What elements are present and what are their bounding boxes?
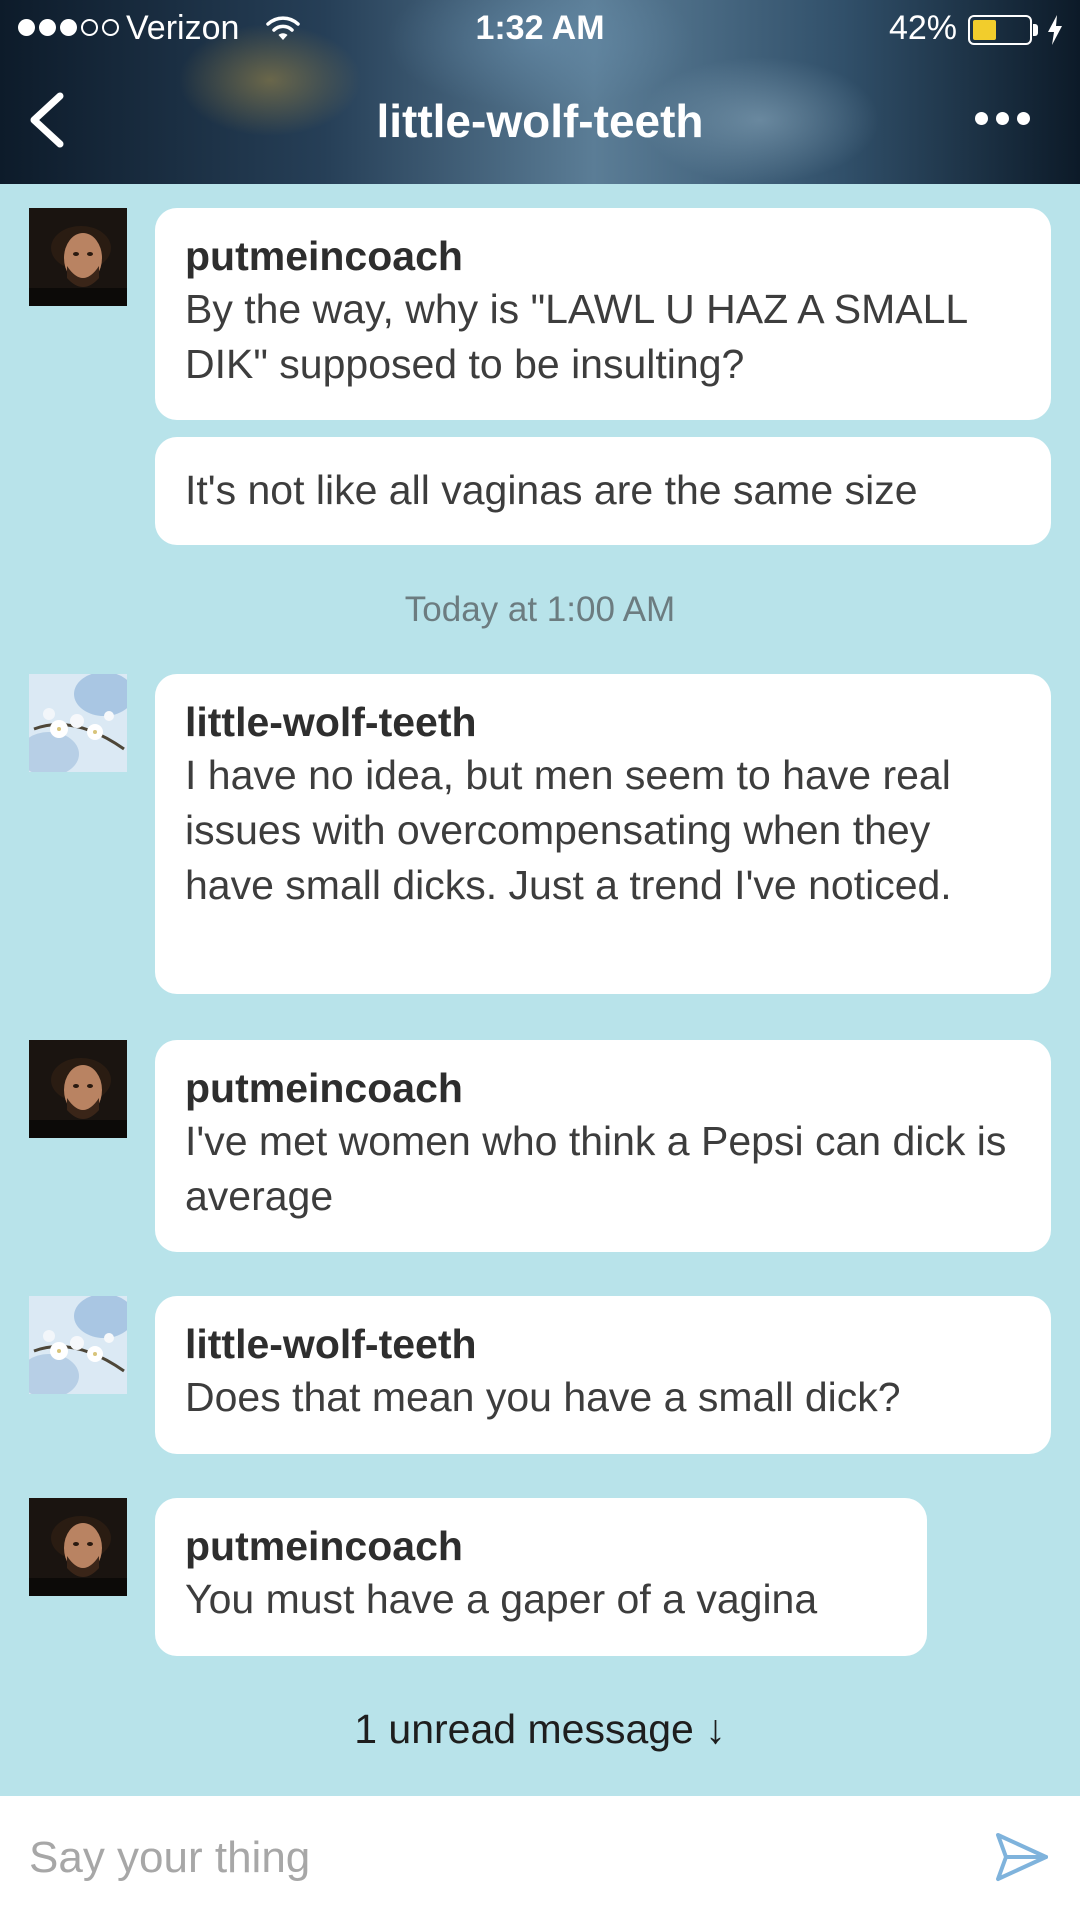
avatar-putmeincoach[interactable]	[29, 1498, 127, 1596]
message-list[interactable]: putmeincoach By the way, why is "LAWL U …	[0, 184, 1080, 1796]
status-bar: Verizon 1:32 AM 42%	[0, 0, 1080, 58]
message-bubble: little-wolf-teeth Does that mean you hav…	[155, 1296, 1051, 1454]
message-text: It's not like all vaginas are the same s…	[185, 467, 918, 513]
message-text: Does that mean you have a small dick?	[185, 1374, 901, 1420]
message-text: I've met women who think a Pepsi can dic…	[185, 1118, 1007, 1219]
putmeincoach-avatar-image	[29, 1040, 127, 1138]
message-bubble: putmeincoach I've met women who think a …	[155, 1040, 1051, 1252]
unread-messages-label: 1 unread message	[354, 1706, 694, 1752]
more-dots-icon	[996, 111, 1009, 125]
message-text: I have no idea, but men seem to have rea…	[185, 752, 952, 908]
message-sender[interactable]: putmeincoach	[185, 1520, 897, 1572]
message-sender[interactable]: putmeincoach	[185, 1062, 1021, 1114]
putmeincoach-avatar-image	[29, 208, 127, 306]
avatar-little-wolf-teeth[interactable]	[29, 674, 127, 772]
battery-tip	[1033, 24, 1038, 36]
down-arrow-icon: ↓	[705, 1706, 726, 1752]
avatar-little-wolf-teeth[interactable]	[29, 1296, 127, 1394]
charging-bolt-icon	[1048, 15, 1062, 45]
message-bubble: little-wolf-teeth I have no idea, but me…	[155, 674, 1051, 994]
message-bubble: It's not like all vaginas are the same s…	[155, 437, 1051, 545]
message-bubble: putmeincoach By the way, why is "LAWL U …	[155, 208, 1051, 420]
little-wolf-teeth-avatar-image	[29, 674, 127, 772]
unread-messages-button[interactable]: 1 unread message ↓	[0, 1706, 1080, 1753]
message-text: You must have a gaper of a vagina	[185, 1576, 818, 1622]
more-dots-icon	[975, 111, 988, 125]
battery-icon	[968, 15, 1032, 45]
message-bubble: putmeincoach You must have a gaper of a …	[155, 1498, 927, 1656]
message-text: By the way, why is "LAWL U HAZ A SMALL D…	[185, 286, 967, 387]
message-input[interactable]	[29, 1824, 959, 1892]
conversation-timestamp: Today at 1:00 AM	[404, 590, 676, 629]
avatar-putmeincoach[interactable]	[29, 208, 127, 306]
more-dots-icon	[1017, 111, 1030, 125]
message-sender[interactable]: putmeincoach	[185, 230, 1021, 282]
battery-percentage: 42%	[888, 9, 957, 47]
header-bar: Verizon 1:32 AM 42% little-wolf-teeth	[0, 0, 1080, 184]
send-icon[interactable]	[994, 1829, 1050, 1885]
putmeincoach-avatar-image	[29, 1498, 127, 1596]
conversation-title: little-wolf-teeth	[376, 95, 704, 147]
message-sender[interactable]: little-wolf-teeth	[185, 1318, 1021, 1370]
message-sender[interactable]: little-wolf-teeth	[185, 696, 1021, 748]
message-composer	[0, 1796, 1080, 1920]
little-wolf-teeth-avatar-image	[29, 1296, 127, 1394]
battery-level-fill	[973, 20, 996, 40]
more-options-button[interactable]	[975, 106, 1039, 130]
avatar-putmeincoach[interactable]	[29, 1040, 127, 1138]
